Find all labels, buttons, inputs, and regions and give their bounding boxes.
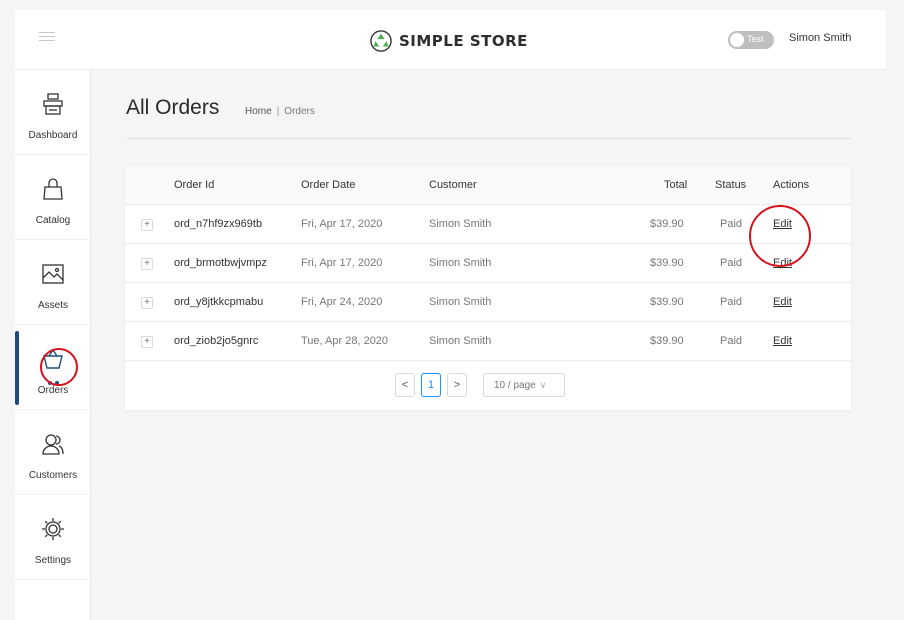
annotation-circle-edit bbox=[749, 205, 811, 267]
recycle-logo-icon bbox=[370, 30, 392, 52]
status-cell: Paid bbox=[720, 335, 743, 347]
column-header-total[interactable]: Total bbox=[664, 179, 687, 191]
order-id-cell: ord_ziob2jo5gnrc bbox=[174, 335, 259, 347]
table-row: + ord_ziob2jo5gnrc Tue, Apr 28, 2020 Sim… bbox=[125, 322, 851, 361]
chevron-down-icon: ∨ bbox=[539, 379, 547, 390]
user-name[interactable]: Simon Smith bbox=[789, 32, 851, 44]
shopping-bag-icon bbox=[43, 178, 63, 200]
pagination: < 1 > 10 / page ∨ bbox=[395, 373, 565, 397]
breadcrumb-separator: | bbox=[276, 106, 280, 117]
expand-row-button[interactable]: + bbox=[141, 297, 153, 309]
breadcrumb-home[interactable]: Home bbox=[245, 106, 272, 117]
table-row: + ord_n7hf9zx969tb Fri, Apr 17, 2020 Sim… bbox=[125, 205, 851, 244]
order-id-cell: ord_y8jtkkcpmabu bbox=[174, 296, 264, 308]
edit-link[interactable]: Edit bbox=[773, 335, 792, 347]
column-header-actions: Actions bbox=[773, 179, 810, 191]
customer-cell: Simon Smith bbox=[429, 218, 492, 230]
sidebar-item-label: Assets bbox=[37, 300, 68, 311]
sidebar-item-label: Settings bbox=[34, 555, 72, 566]
breadcrumb-current: Orders bbox=[284, 106, 315, 117]
sidebar-item-settings[interactable]: Settings bbox=[15, 495, 91, 580]
sidebar-item-dashboard[interactable]: Dashboard bbox=[15, 70, 91, 155]
expand-row-button[interactable]: + bbox=[141, 336, 153, 348]
top-header: SIMPLE STORE Test Simon Smith bbox=[15, 10, 886, 70]
image-icon bbox=[42, 264, 64, 284]
order-date-cell: Fri, Apr 17, 2020 bbox=[301, 257, 383, 269]
next-page-button[interactable]: > bbox=[447, 373, 467, 397]
sidebar: Dashboard Catalog Assets Orders Customer… bbox=[15, 70, 91, 620]
order-id-cell: ord_n7hf9zx969tb bbox=[174, 218, 263, 230]
status-cell: Paid bbox=[720, 296, 743, 308]
edit-link[interactable]: Edit bbox=[773, 296, 792, 308]
toggle-knob bbox=[730, 33, 744, 47]
expand-row-button[interactable]: + bbox=[141, 219, 153, 231]
customer-cell: Simon Smith bbox=[429, 257, 492, 269]
customer-cell: Simon Smith bbox=[429, 296, 492, 308]
expand-row-button[interactable]: + bbox=[141, 258, 153, 270]
total-cell: $39.90 bbox=[650, 257, 684, 269]
page-title: All Orders bbox=[126, 96, 220, 119]
app-window: SIMPLE STORE Test Simon Smith Dashboard … bbox=[15, 10, 886, 620]
total-cell: $39.90 bbox=[650, 296, 684, 308]
customer-cell: Simon Smith bbox=[429, 335, 492, 347]
annotation-circle-orders bbox=[40, 348, 78, 386]
people-icon bbox=[42, 434, 64, 455]
menu-toggle-icon[interactable] bbox=[39, 32, 55, 44]
column-header-order-id[interactable]: Order Id bbox=[174, 179, 214, 191]
order-id-cell: ord_brmotbwjvmpz bbox=[174, 257, 267, 269]
sidebar-item-label: Catalog bbox=[35, 215, 71, 226]
sidebar-item-label: Customers bbox=[28, 470, 78, 481]
breadcrumb: Home | Orders bbox=[245, 106, 315, 117]
total-cell: $39.90 bbox=[650, 335, 684, 347]
register-icon bbox=[43, 93, 63, 115]
column-header-status[interactable]: Status bbox=[715, 179, 746, 191]
order-date-cell: Fri, Apr 24, 2020 bbox=[301, 296, 383, 308]
gear-icon bbox=[42, 518, 64, 540]
sidebar-item-assets[interactable]: Assets bbox=[15, 240, 91, 325]
table-header: Order Id Order Date Customer Total Statu… bbox=[125, 167, 851, 205]
brand-name: SIMPLE STORE bbox=[399, 32, 528, 50]
status-cell: Paid bbox=[720, 257, 743, 269]
table-row: + ord_y8jtkkcpmabu Fri, Apr 24, 2020 Sim… bbox=[125, 283, 851, 322]
divider bbox=[126, 138, 851, 139]
column-header-order-date[interactable]: Order Date bbox=[301, 179, 355, 191]
brand[interactable]: SIMPLE STORE bbox=[370, 26, 528, 56]
toggle-label: Test bbox=[747, 34, 764, 44]
order-date-cell: Tue, Apr 28, 2020 bbox=[301, 335, 389, 347]
orders-table-card: Order Id Order Date Customer Total Statu… bbox=[125, 167, 851, 410]
sidebar-item-label: Orders bbox=[37, 385, 69, 396]
column-header-customer[interactable]: Customer bbox=[429, 179, 477, 191]
sidebar-item-catalog[interactable]: Catalog bbox=[15, 155, 91, 240]
prev-page-button[interactable]: < bbox=[395, 373, 415, 397]
sidebar-item-label: Dashboard bbox=[28, 130, 78, 141]
page-size-value: 10 / page bbox=[494, 379, 536, 391]
page-1-button[interactable]: 1 bbox=[421, 373, 441, 397]
page-size-select[interactable]: 10 / page ∨ bbox=[483, 373, 565, 397]
order-date-cell: Fri, Apr 17, 2020 bbox=[301, 218, 383, 230]
table-row: + ord_brmotbwjvmpz Fri, Apr 17, 2020 Sim… bbox=[125, 244, 851, 283]
status-cell: Paid bbox=[720, 218, 743, 230]
total-cell: $39.90 bbox=[650, 218, 684, 230]
sidebar-item-customers[interactable]: Customers bbox=[15, 410, 91, 495]
test-mode-toggle[interactable]: Test bbox=[728, 31, 774, 49]
